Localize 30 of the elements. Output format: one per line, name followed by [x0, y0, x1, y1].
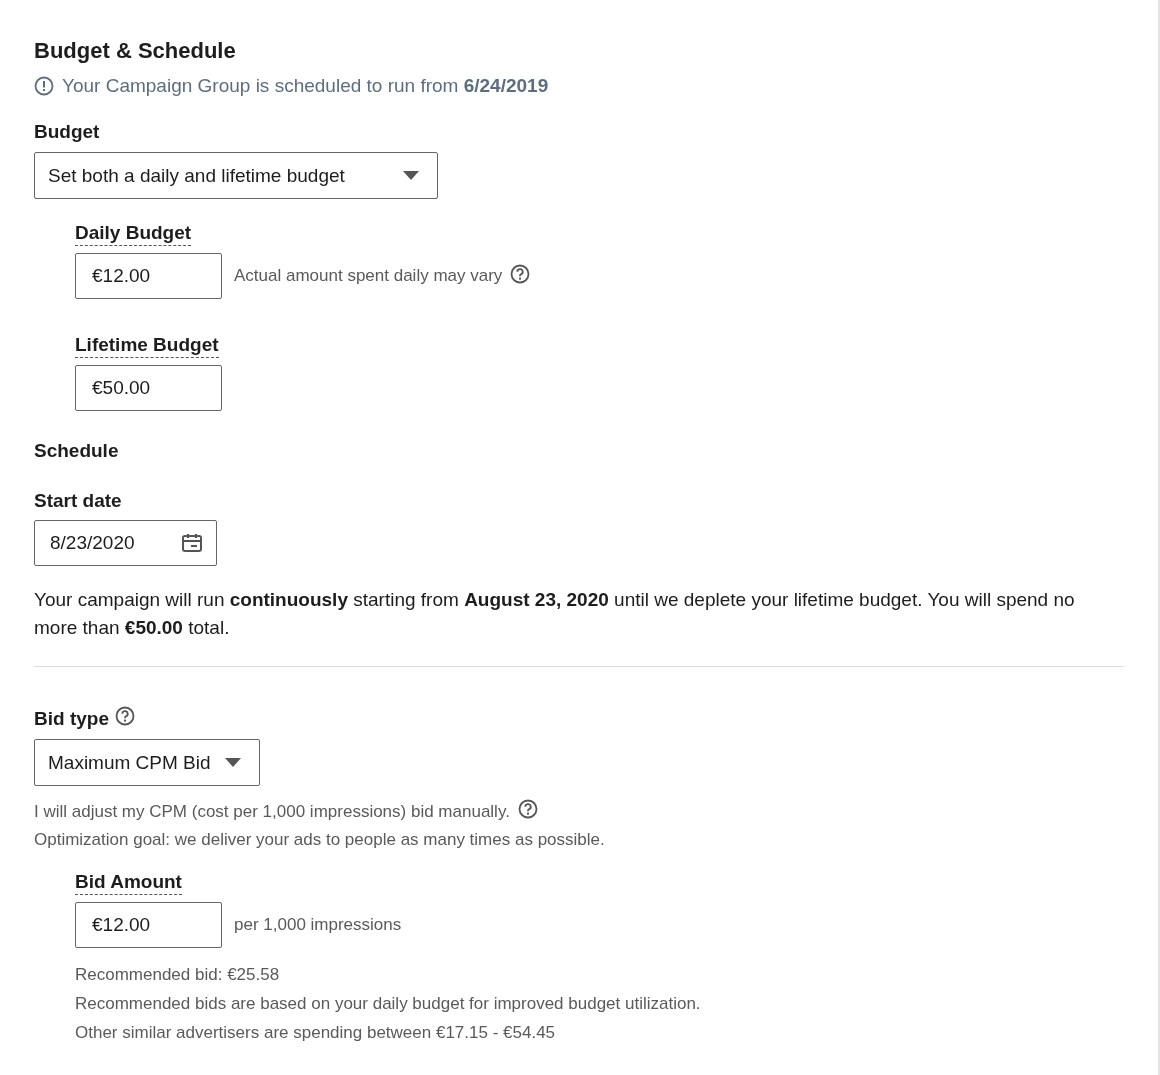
schedule-notice: Your Campaign Group is scheduled to run from 6/24/2019: [62, 74, 549, 98]
input-field[interactable]: €12.00: [75, 253, 222, 299]
caret-icon: [403, 170, 419, 181]
note-text: I will adjust my CPM (cost per 1,000 impressions) bid manually.: [34, 801, 510, 823]
section-heading: Schedule: [34, 439, 120, 463]
caret-icon: [224, 757, 241, 768]
note-text: Recommended bid: €25.58: [75, 965, 280, 984]
note-text: Other similar advertisers are spending between €17.15 - €54.45: [75, 1023, 556, 1042]
input-field[interactable]: €50.00: [75, 365, 222, 411]
help-icon[interactable]: [510, 264, 531, 284]
input-field[interactable]: €12.00: [75, 902, 222, 948]
unit-text: per 1,000 impressions: [234, 915, 402, 935]
hint-text: Actual amount spent daily may vary: [234, 266, 503, 286]
help-icon[interactable]: [114, 706, 135, 726]
field-label: Budget: [34, 120, 101, 144]
date-field[interactable]: 8/23/2020: [34, 520, 217, 566]
field-label: Start date: [34, 489, 123, 513]
bid-type-dropdown[interactable]: Maximum CPM Bid: [34, 739, 260, 786]
field-label[interactable]: Bid Amount: [75, 870, 182, 895]
info-icon: [34, 76, 54, 96]
help-icon[interactable]: [517, 799, 538, 819]
note-text: Recommended bids are based on your daily budget for improved budget utilization.: [75, 994, 701, 1013]
budget-dropdown[interactable]: Set both a daily and lifetime budget: [34, 152, 438, 199]
schedule-summary: Your campaign will run continuously starting from August 23, 2020 until we deplete your lifetime budget. You will spend no more than €50.00 total.: [34, 588, 1076, 640]
field-label: Bid type: [34, 707, 109, 731]
calendar-icon[interactable]: [181, 532, 203, 554]
note-text: Optimization goal: we deliver your ads to people as many times as possible.: [34, 829, 605, 851]
field-label[interactable]: Daily Budget: [75, 221, 192, 246]
field-label[interactable]: Lifetime Budget: [75, 333, 219, 358]
section-title: Budget & Schedule: [34, 37, 237, 65]
